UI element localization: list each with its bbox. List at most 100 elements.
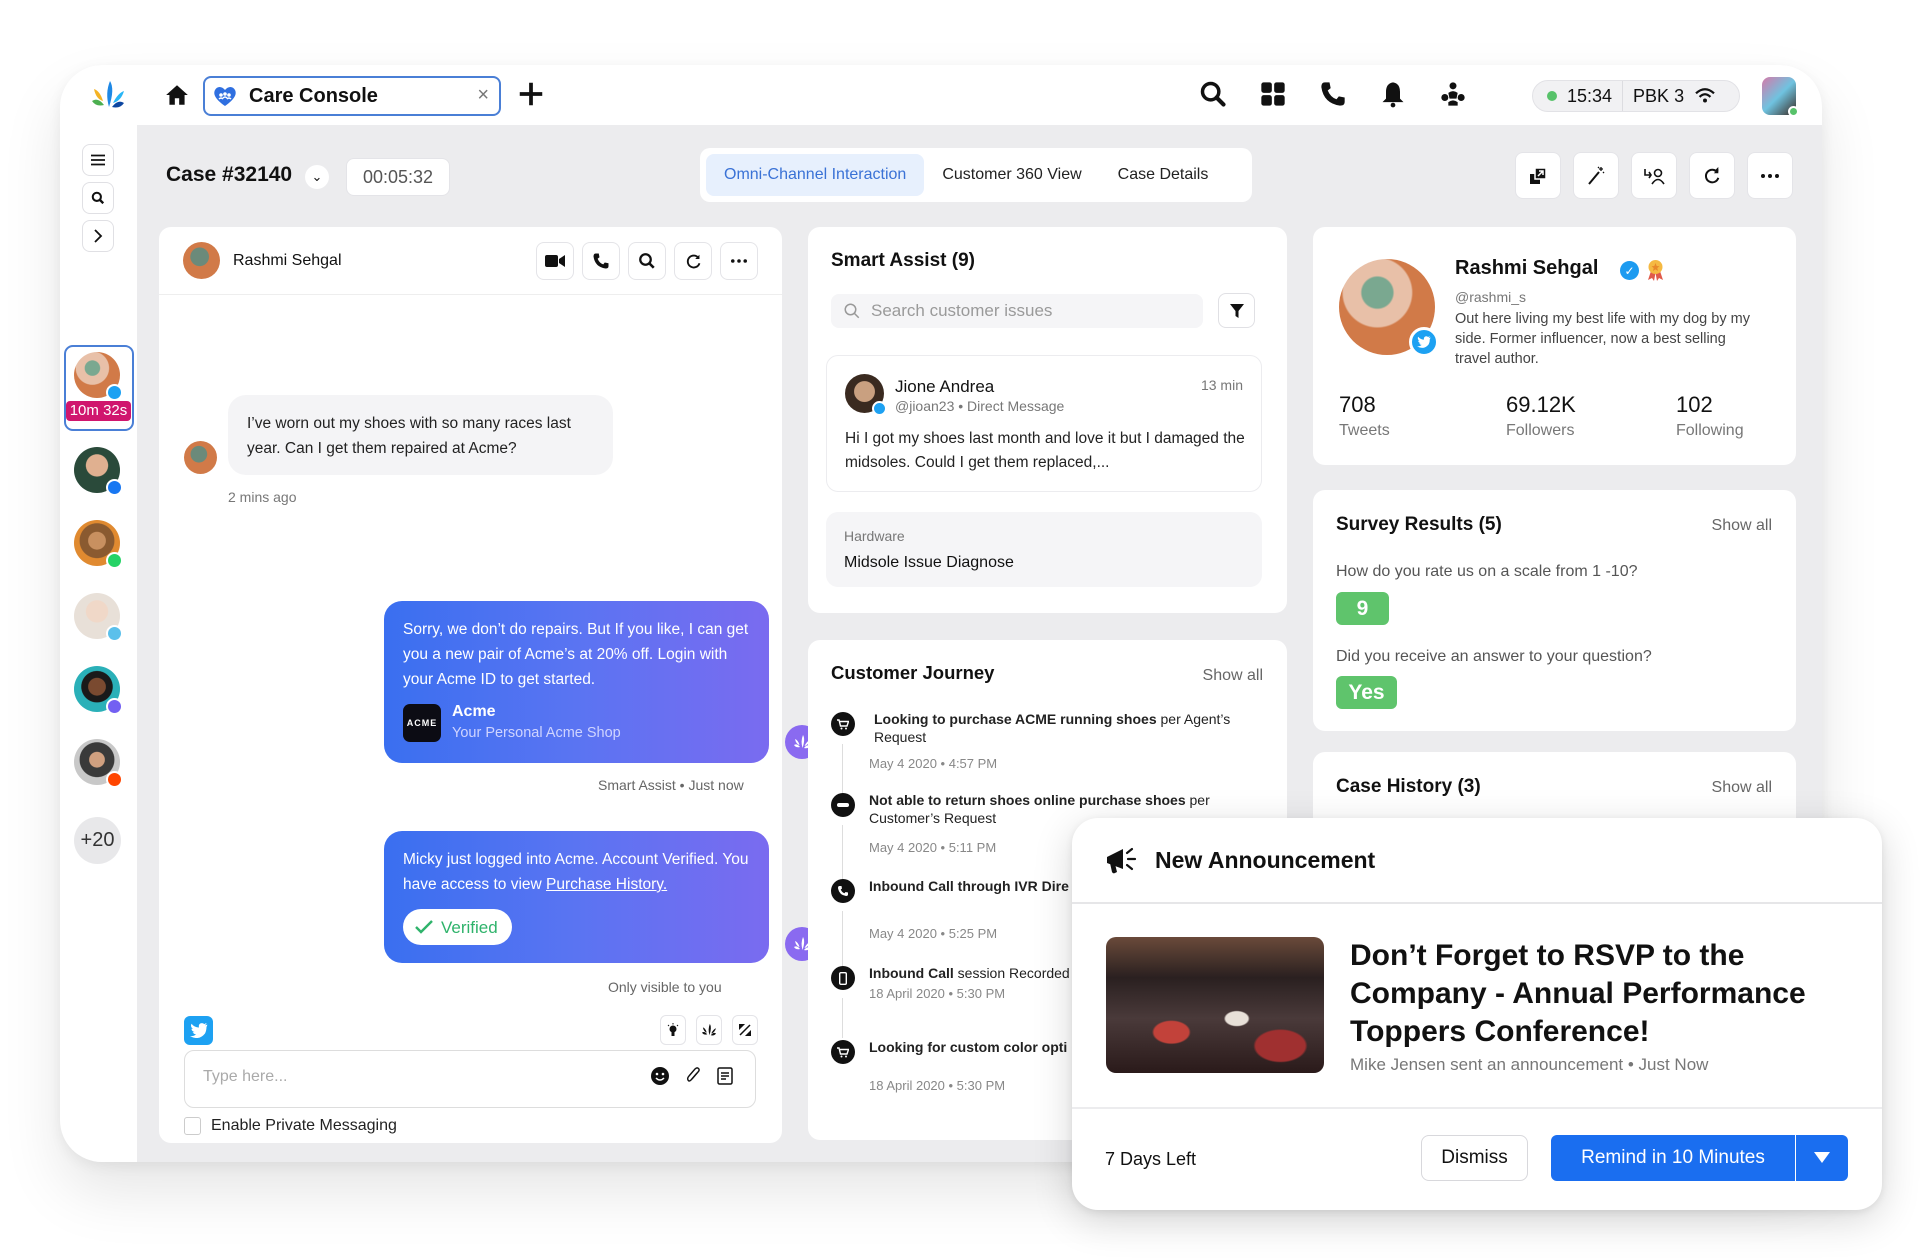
expand-composer-button[interactable] bbox=[732, 1015, 758, 1045]
smart-assist-title: Smart Assist (9) bbox=[831, 250, 975, 271]
contact-avatar-rashmi[interactable] bbox=[74, 352, 123, 401]
contact-avatar[interactable] bbox=[74, 739, 123, 788]
journey-show-all-link[interactable]: Show all bbox=[1203, 667, 1263, 685]
tab-omni-channel[interactable]: Omni-Channel Interaction bbox=[706, 154, 925, 196]
knowledge-article-card[interactable]: Hardware Midsole Issue Diagnose bbox=[826, 512, 1262, 587]
journey-item-title: Inbound Call through IVR Dire bbox=[869, 878, 1069, 894]
emoji-icon[interactable] bbox=[651, 1067, 669, 1085]
phone-icon[interactable] bbox=[1318, 79, 1348, 109]
case-title: Case #32140 bbox=[166, 163, 293, 186]
incoming-message-time: 2 mins ago bbox=[228, 489, 297, 505]
message-input[interactable] bbox=[203, 1068, 603, 1086]
wifi-icon bbox=[1695, 88, 1715, 103]
announcement-title: Don’t Forget to RSVP to the Company - An… bbox=[1350, 939, 1806, 1048]
stat-label: Following bbox=[1676, 422, 1744, 439]
announcement-popup: New Announcement Don’t Forget to RSVP to… bbox=[1072, 818, 1882, 1210]
video-icon bbox=[545, 255, 565, 267]
transfer-button[interactable] bbox=[1631, 152, 1677, 199]
survey-question: Did you receive an answer to your questi… bbox=[1336, 648, 1652, 665]
issue-time: 13 min bbox=[1200, 377, 1243, 393]
mobile-icon bbox=[831, 966, 855, 990]
remind-options-dropdown[interactable] bbox=[1796, 1135, 1848, 1181]
days-left: 7 Days Left bbox=[1105, 1149, 1197, 1169]
refresh-icon bbox=[686, 254, 700, 268]
apps-grid-icon[interactable] bbox=[1258, 79, 1288, 109]
journey-item-date: 18 April 2020 • 5:30 PM bbox=[869, 1078, 1006, 1093]
chat-search-button[interactable] bbox=[628, 242, 666, 280]
refresh-button[interactable] bbox=[1689, 152, 1735, 199]
acme-card-title: Acme bbox=[452, 703, 496, 720]
agent-avatar[interactable] bbox=[1762, 77, 1799, 117]
case-dropdown-chevron-icon[interactable]: ⌄ bbox=[305, 165, 329, 189]
contact-avatar[interactable] bbox=[74, 447, 123, 496]
announcement-meta: Mike Jensen sent an announcement • Just … bbox=[1350, 1055, 1709, 1074]
private-messaging-checkbox[interactable] bbox=[184, 1117, 201, 1135]
home-icon[interactable] bbox=[164, 82, 190, 108]
agent-status-pill[interactable]: 15:34 PBK 3 bbox=[1532, 80, 1740, 112]
magic-wand-button[interactable] bbox=[1573, 152, 1619, 199]
popout-button[interactable] bbox=[1515, 152, 1561, 199]
history-show-all-link[interactable]: Show all bbox=[1712, 779, 1772, 797]
chat-badge-icon bbox=[106, 625, 123, 642]
ideas-button[interactable] bbox=[660, 1015, 686, 1045]
sidebar-search-button[interactable] bbox=[82, 182, 114, 214]
phone-icon bbox=[593, 253, 609, 269]
close-tab-icon[interactable]: × bbox=[477, 84, 489, 107]
journey-item-date: May 4 2020 • 5:11 PM bbox=[869, 840, 997, 855]
attachment-icon[interactable] bbox=[685, 1067, 701, 1085]
lightbulb-icon bbox=[667, 1023, 679, 1036]
video-call-button[interactable] bbox=[536, 242, 574, 280]
announcement-footer: 7 Days Left Dismiss Remind in 10 Minutes bbox=[1072, 1107, 1882, 1210]
expand-sidebar-button[interactable] bbox=[82, 220, 114, 252]
chat-tools bbox=[536, 242, 758, 280]
filter-button[interactable] bbox=[1218, 293, 1255, 328]
customer-avatar bbox=[184, 441, 217, 474]
journey-item-title: Not able to return shoes online purchase… bbox=[869, 792, 1186, 808]
customer-issue-card[interactable]: Jione Andrea @jioan23 • Direct Message 1… bbox=[826, 355, 1262, 492]
acme-card-subtitle: Your Personal Acme Shop bbox=[452, 725, 621, 741]
team-icon[interactable] bbox=[1438, 79, 1468, 109]
survey-show-all-link[interactable]: Show all bbox=[1712, 517, 1772, 535]
menu-button[interactable] bbox=[82, 144, 114, 176]
outgoing-message-meta: Smart Assist • Just now bbox=[598, 777, 744, 793]
brand-logo-icon bbox=[92, 81, 124, 108]
issue-author-handle: @jioan23 • Direct Message bbox=[895, 398, 1065, 414]
tab-case-details[interactable]: Case Details bbox=[1100, 154, 1227, 196]
menu-icon bbox=[91, 154, 105, 166]
contact-name: Rashmi Sehgal bbox=[233, 251, 342, 269]
smart-assist-button[interactable] bbox=[696, 1015, 722, 1045]
private-messaging-toggle[interactable]: Enable Private Messaging bbox=[184, 1117, 397, 1135]
dismiss-button[interactable]: Dismiss bbox=[1421, 1135, 1528, 1181]
purchase-history-link[interactable]: Purchase History. bbox=[546, 876, 667, 893]
acme-shop-card[interactable]: ACME Acme Your Personal Acme Shop bbox=[403, 702, 750, 744]
checkmark-icon bbox=[415, 920, 433, 934]
brand-logo-icon bbox=[702, 1023, 716, 1036]
twitter-channel-icon[interactable] bbox=[184, 1016, 213, 1045]
verified-badge: Verified bbox=[403, 909, 512, 945]
bell-icon[interactable] bbox=[1378, 79, 1408, 109]
contact-avatar[interactable] bbox=[74, 593, 123, 642]
viber-badge-icon bbox=[106, 698, 123, 715]
transfer-user-icon bbox=[1644, 168, 1665, 184]
search-icon[interactable] bbox=[1198, 79, 1228, 109]
cart-icon bbox=[831, 1040, 855, 1064]
tab-customer-360[interactable]: Customer 360 View bbox=[924, 154, 1099, 196]
top-icon-group bbox=[1198, 79, 1468, 109]
view-tabs: Omni-Channel Interaction Customer 360 Vi… bbox=[700, 148, 1252, 202]
more-icon bbox=[731, 259, 747, 263]
voice-call-button[interactable] bbox=[582, 242, 620, 280]
template-icon[interactable] bbox=[717, 1067, 733, 1085]
tab-care-console[interactable]: Care Console × bbox=[203, 76, 501, 116]
more-button[interactable] bbox=[1747, 152, 1793, 199]
contact-avatar[interactable] bbox=[74, 666, 123, 715]
new-tab-plus-icon[interactable] bbox=[516, 79, 546, 109]
issue-search-input[interactable] bbox=[871, 301, 1171, 321]
journey-item-title: Looking for custom color opti bbox=[869, 1039, 1068, 1055]
more-contacts-count[interactable]: +20 bbox=[74, 817, 121, 864]
contact-avatar[interactable] bbox=[74, 520, 123, 569]
private-messaging-label: Enable Private Messaging bbox=[211, 1117, 397, 1134]
chat-refresh-button[interactable] bbox=[674, 242, 712, 280]
remind-button[interactable]: Remind in 10 Minutes bbox=[1551, 1135, 1795, 1181]
composer-tools bbox=[660, 1015, 758, 1045]
chat-more-button[interactable] bbox=[720, 242, 758, 280]
